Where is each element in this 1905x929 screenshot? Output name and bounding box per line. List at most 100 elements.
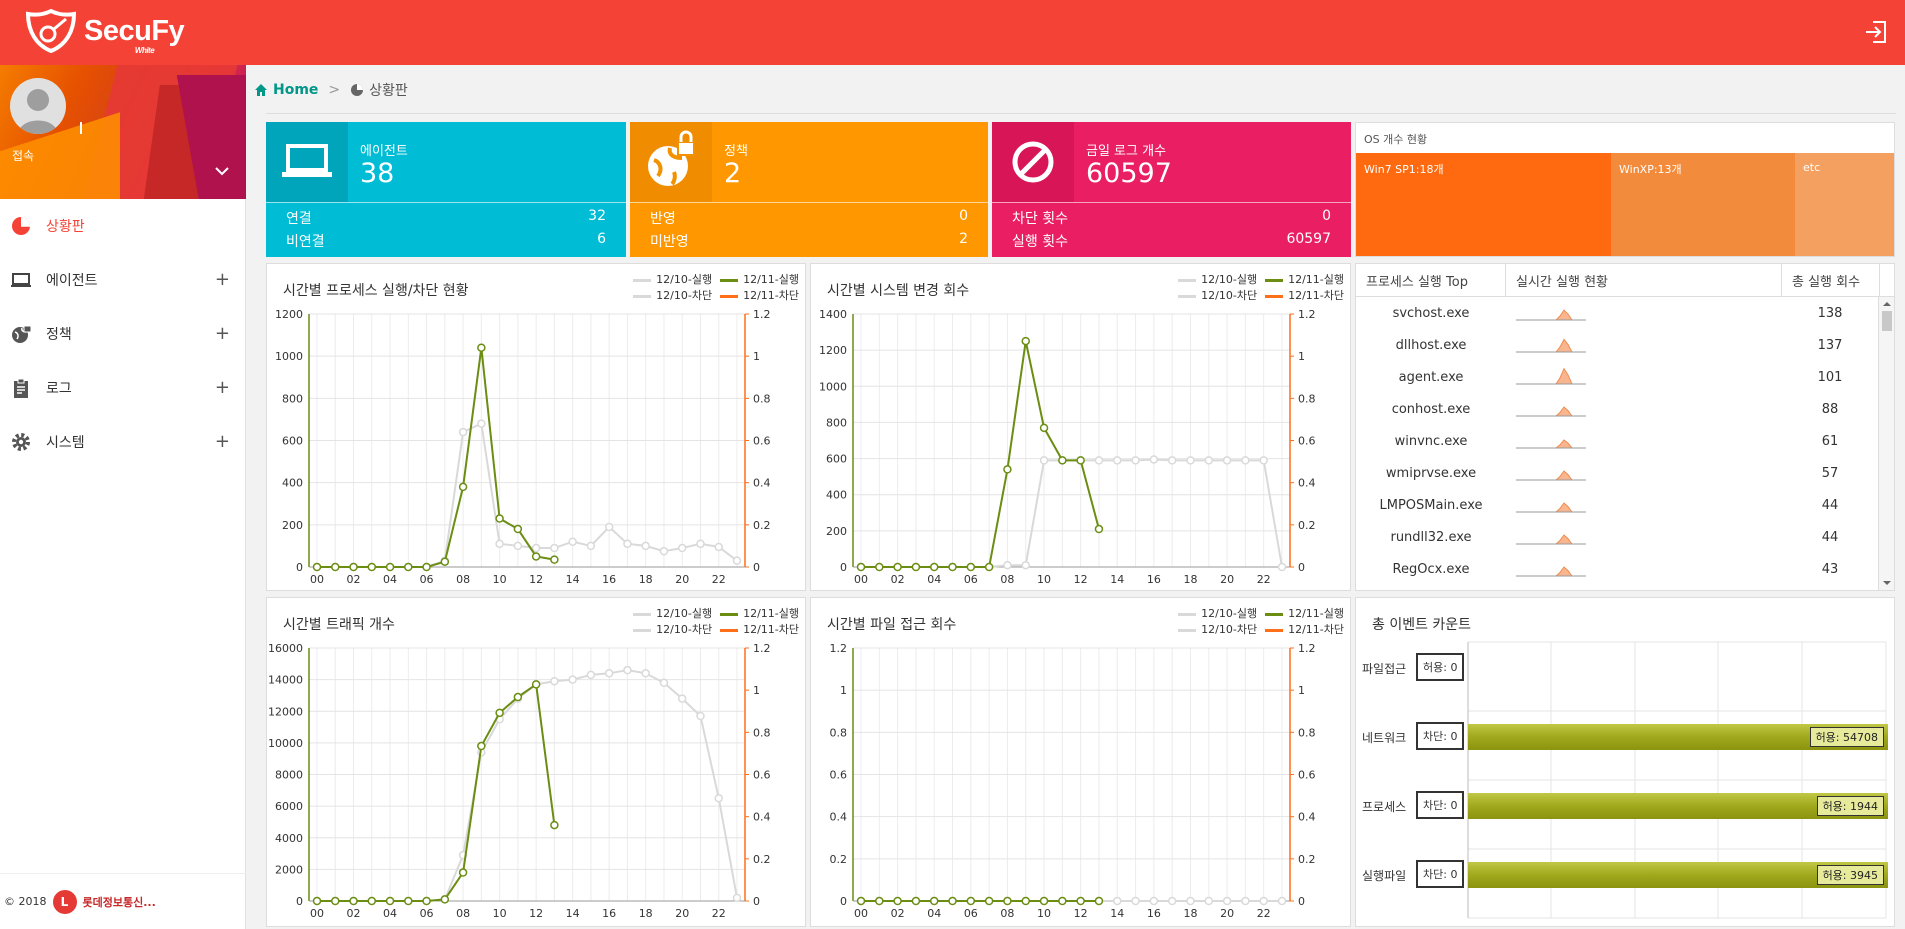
data-point bbox=[714, 793, 723, 803]
sidebar-item-agent[interactable]: 에이전트 + bbox=[0, 253, 246, 307]
breadcrumb-home[interactable]: Home bbox=[273, 82, 318, 98]
data-point bbox=[349, 896, 358, 906]
expand-icon[interactable]: + bbox=[215, 269, 230, 290]
scrollbar[interactable] bbox=[1878, 297, 1894, 590]
data-point bbox=[513, 692, 523, 702]
sparkline-area bbox=[1516, 470, 1586, 481]
data-point bbox=[495, 708, 504, 718]
policy-summary-card[interactable]: 정책 2 반영 0 미반영 2 bbox=[630, 122, 988, 257]
data-point bbox=[367, 562, 377, 572]
event-bar[interactable]: 허용: 54708 bbox=[1468, 724, 1888, 750]
event-bar-label: 허용: 54708 bbox=[1809, 727, 1884, 747]
data-point bbox=[458, 482, 468, 492]
data-point bbox=[1094, 524, 1104, 534]
breadcrumb-divider bbox=[266, 113, 1896, 114]
data-point bbox=[312, 562, 322, 572]
expand-icon[interactable]: + bbox=[215, 377, 230, 398]
x-tick-label: 00 bbox=[310, 907, 324, 920]
sidebar: 접속 상황판 에이전트 + 정책 + 로그 + 시스템 + © 2018 L 롯… bbox=[0, 65, 246, 929]
sidebar-item-label: 시스템 bbox=[46, 435, 85, 451]
x-tick-label: 12 bbox=[529, 907, 543, 920]
table-row[interactable]: wmiprvse.exe 57 bbox=[1356, 457, 1894, 489]
chevron-down-icon[interactable] bbox=[214, 165, 230, 177]
y2-tick-label: 0 bbox=[1298, 895, 1305, 908]
event-bar[interactable]: 허용: 1944 bbox=[1468, 793, 1888, 819]
avatar[interactable] bbox=[10, 78, 66, 134]
data-point bbox=[677, 543, 687, 553]
x-tick-label: 02 bbox=[347, 907, 361, 920]
os-segment[interactable]: etc bbox=[1795, 153, 1894, 256]
column-header[interactable]: 프로세스 실행 Top bbox=[1356, 264, 1506, 296]
card-row: 반영 0 bbox=[650, 208, 968, 228]
y2-tick-label: 1.2 bbox=[1298, 642, 1316, 655]
y-tick-label: 0 bbox=[840, 895, 847, 908]
row-value: 2 bbox=[959, 231, 968, 247]
data-point bbox=[1058, 456, 1067, 465]
x-tick-label: 02 bbox=[891, 907, 905, 920]
data-point bbox=[422, 562, 431, 572]
os-segment[interactable]: WinXP:13개 bbox=[1611, 153, 1795, 256]
logout-icon[interactable] bbox=[1863, 19, 1889, 45]
sparkline-chart bbox=[1516, 309, 1586, 321]
os-count-panel: OS 개수 현황 Win7 SP1:18개 WinXP:13개 etc bbox=[1355, 122, 1895, 257]
sparkline-area bbox=[1516, 439, 1586, 449]
sparkline bbox=[1506, 429, 1782, 453]
column-header[interactable]: 총 실행 회수 bbox=[1782, 264, 1880, 296]
data-point bbox=[623, 539, 632, 549]
data-point bbox=[659, 546, 669, 556]
sidebar-item-dashboard[interactable]: 상황판 bbox=[0, 199, 246, 253]
table-row[interactable]: LMPOSMain.exe 44 bbox=[1356, 489, 1894, 521]
y-tick-label: 200 bbox=[826, 525, 847, 538]
dashboard-icon bbox=[351, 84, 364, 96]
x-tick-label: 02 bbox=[891, 573, 905, 586]
app-logo[interactable]: SecuFy White bbox=[26, 9, 185, 55]
agent-summary-card[interactable]: 에이전트 38 연결 32 비연결 6 bbox=[266, 122, 626, 257]
top-bar: SecuFy White bbox=[0, 0, 1905, 65]
x-tick-label: 06 bbox=[964, 573, 978, 586]
data-point bbox=[875, 896, 884, 906]
y2-tick-label: 0.6 bbox=[1298, 769, 1316, 782]
y-tick-label: 4000 bbox=[275, 832, 303, 845]
sidebar-item-log[interactable]: 로그 + bbox=[0, 361, 246, 415]
table-row[interactable]: conhost.exe 88 bbox=[1356, 393, 1894, 425]
table-row[interactable]: dllhost.exe 137 bbox=[1356, 329, 1894, 361]
y2-tick-label: 0.8 bbox=[1298, 392, 1316, 405]
data-point bbox=[331, 562, 340, 572]
sidebar-item-policy[interactable]: 정책 + bbox=[0, 307, 246, 361]
scrollbar-thumb[interactable] bbox=[1882, 311, 1892, 331]
process-count: 44 bbox=[1821, 529, 1839, 545]
os-segment[interactable]: Win7 SP1:18개 bbox=[1356, 153, 1611, 256]
data-point bbox=[732, 893, 742, 903]
x-tick-label: 00 bbox=[854, 907, 868, 920]
y2-tick-label: 0.8 bbox=[753, 726, 771, 739]
laptop-icon bbox=[11, 273, 31, 287]
data-point bbox=[367, 896, 377, 906]
sparkline-area bbox=[1516, 566, 1586, 577]
data-point bbox=[1039, 896, 1049, 906]
expand-icon[interactable]: + bbox=[215, 323, 230, 344]
event-bar[interactable]: 허용: 3945 bbox=[1468, 862, 1888, 888]
table-row[interactable]: svchost.exe 138 bbox=[1356, 297, 1894, 329]
x-tick-label: 08 bbox=[1000, 573, 1014, 586]
sidebar-item-system[interactable]: 시스템 + bbox=[0, 415, 246, 469]
process-count: 137 bbox=[1817, 337, 1843, 353]
process-name: rundll32.exe bbox=[1390, 529, 1472, 545]
card-icon-box bbox=[992, 122, 1074, 202]
table-row[interactable]: agent.exe 101 bbox=[1356, 361, 1894, 393]
table-row[interactable]: winvnc.exe 61 bbox=[1356, 425, 1894, 457]
x-tick-label: 10 bbox=[1037, 907, 1051, 920]
table-row[interactable]: RegOcx.exe 43 bbox=[1356, 553, 1894, 585]
y-tick-label: 0 bbox=[296, 561, 303, 574]
scroll-up-icon[interactable] bbox=[1879, 299, 1895, 309]
data-point bbox=[1222, 896, 1232, 906]
expand-icon[interactable]: + bbox=[215, 431, 230, 452]
data-point bbox=[966, 562, 976, 572]
y2-tick-label: 1 bbox=[1298, 684, 1305, 697]
table-row[interactable]: rundll32.exe 44 bbox=[1356, 521, 1894, 553]
process-count: 57 bbox=[1821, 465, 1839, 481]
column-header[interactable]: 실시간 실행 현황 bbox=[1506, 264, 1782, 296]
log-summary-card[interactable]: 금일 로그 개수 60597 차단 횟수 0 실행 횟수 60597 bbox=[992, 122, 1351, 257]
card-value: 60597 bbox=[1086, 158, 1172, 189]
scroll-down-icon[interactable] bbox=[1879, 578, 1895, 588]
data-point bbox=[1222, 456, 1232, 465]
